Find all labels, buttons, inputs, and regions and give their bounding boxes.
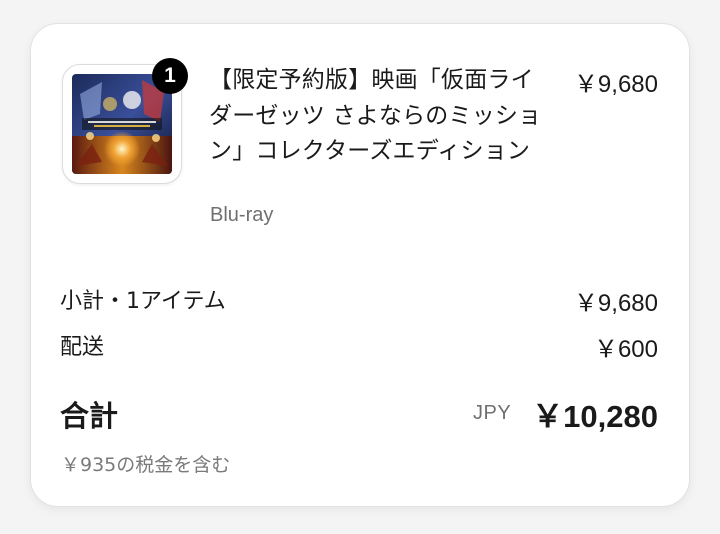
product-format: Blu-ray: [210, 204, 274, 226]
order-summary-card: 1 【限定予約版】映画「仮面ライダーゼッツ さよならのミッション」コレクターズエ…: [30, 23, 690, 507]
subtotal-label: 小計・1アイテム: [60, 289, 226, 314]
total-label: 合計: [60, 399, 119, 433]
currency-code: JPY: [473, 402, 512, 424]
quantity-badge: 1: [152, 58, 188, 94]
total-value: ￥10,280: [532, 399, 658, 434]
shipping-value: ￥600: [593, 336, 658, 363]
tax-included-note: ￥935の税金を含む: [61, 454, 231, 476]
item-price: ￥9,680: [573, 71, 658, 98]
subtotal-value: ￥9,680: [573, 290, 658, 317]
shipping-label: 配送: [60, 335, 105, 360]
product-title: 【限定予約版】映画「仮面ライダーゼッツ さよならのミッション」コレクターズエディ…: [209, 67, 542, 164]
